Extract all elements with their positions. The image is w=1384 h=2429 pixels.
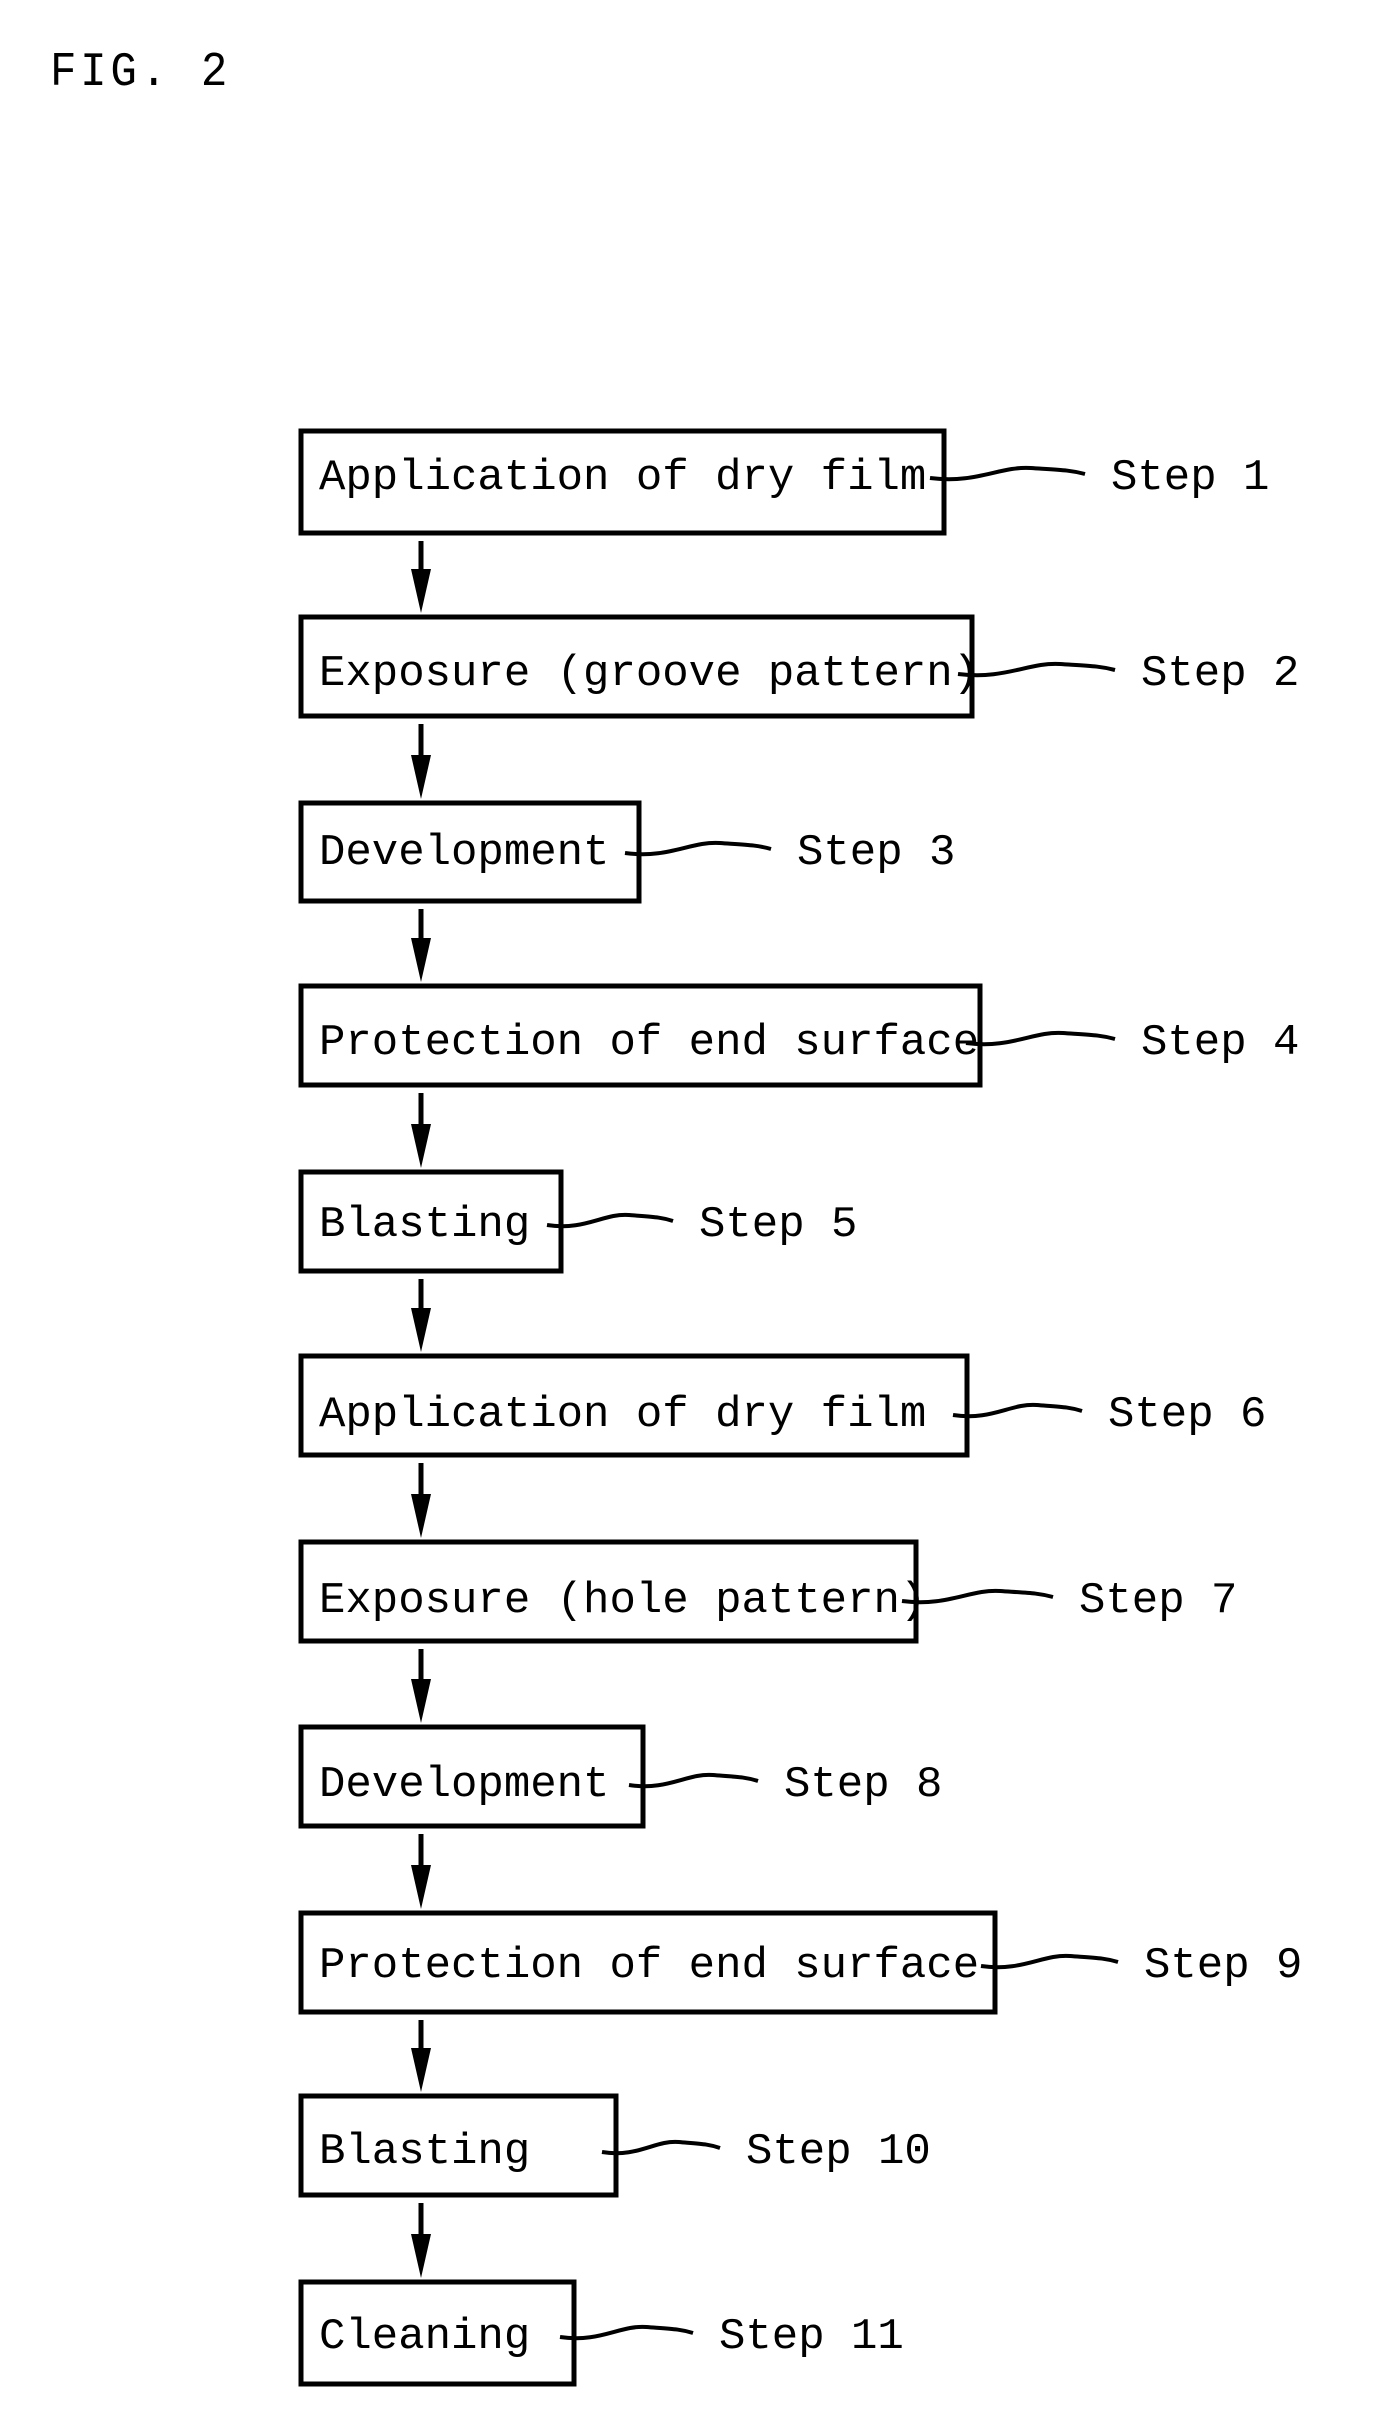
step-number-label: Step 9 [1144, 1941, 1302, 1991]
step-box-label: Blasting [319, 2127, 530, 2177]
step-number-label: Step 5 [699, 1200, 857, 1250]
arrow-down-icon [411, 1649, 431, 1723]
step-number-label: Step 7 [1079, 1576, 1237, 1626]
arrow-down-icon [411, 1093, 431, 1168]
step-box-label: Blasting [319, 1200, 530, 1250]
process-step: Application of dry film Step 1 [298, 428, 1269, 536]
step-box-label: Development [319, 1760, 609, 1810]
leader-line [965, 1030, 1116, 1047]
process-step: Application of dry film Step 6 [298, 1353, 1266, 1458]
arrow-down-icon [411, 1463, 431, 1538]
process-flowchart: Application of dry film Step 1 Exposure (g… [298, 428, 1302, 2387]
step-box-label: Development [319, 828, 609, 878]
leader-line [957, 661, 1116, 678]
step-number-label: Step 8 [784, 1760, 942, 1810]
leader-line [601, 2139, 721, 2156]
arrow-down-icon [411, 541, 431, 613]
leader-line [952, 1402, 1083, 1419]
step-number-label: Step 6 [1108, 1390, 1266, 1440]
arrow-down-icon [411, 724, 431, 799]
step-box-label: Application of dry film [319, 453, 926, 503]
step-number-label: Step 2 [1141, 649, 1299, 699]
step-box-label: Application of dry film [319, 1390, 926, 1440]
leader-line [980, 1953, 1119, 1970]
arrow-down-icon [411, 2203, 431, 2278]
process-step: Protection of end surface Step 4 [298, 983, 1299, 1088]
step-box-label: Exposure (groove pattern) [319, 649, 979, 699]
arrow-down-icon [411, 909, 431, 982]
leader-line [624, 840, 772, 857]
step-number-label: Step 3 [797, 828, 955, 878]
process-step: Development Step 3 [298, 800, 955, 904]
step-number-label: Step 1 [1111, 453, 1269, 503]
arrow-down-icon [411, 1834, 431, 1909]
process-step: Blasting Step 10 [298, 2093, 931, 2198]
leader-line [546, 1212, 674, 1229]
step-box-label: Exposure (hole pattern) [319, 1576, 926, 1626]
process-step: Cleaning Step 11 [298, 2279, 904, 2387]
arrow-down-icon [411, 1279, 431, 1352]
step-number-label: Step 11 [719, 2312, 904, 2362]
arrow-down-icon [411, 2020, 431, 2092]
process-step: Protection of end surface Step 9 [298, 1910, 1302, 2015]
process-step: Exposure (hole pattern) Step 7 [298, 1539, 1237, 1644]
step-number-label: Step 4 [1141, 1018, 1299, 1068]
leader-line [628, 1772, 759, 1789]
process-step: Blasting Step 5 [298, 1169, 857, 1274]
process-step: Exposure (groove pattern) Step 2 [298, 614, 1299, 719]
process-step: Development Step 8 [298, 1724, 942, 1829]
step-box-label: Protection of end surface [319, 1018, 979, 1068]
leader-line [559, 2324, 694, 2341]
step-box-label: Protection of end surface [319, 1941, 979, 1991]
step-number-label: Step 10 [746, 2127, 931, 2177]
step-box-label: Cleaning [319, 2312, 530, 2362]
leader-line [929, 465, 1086, 482]
